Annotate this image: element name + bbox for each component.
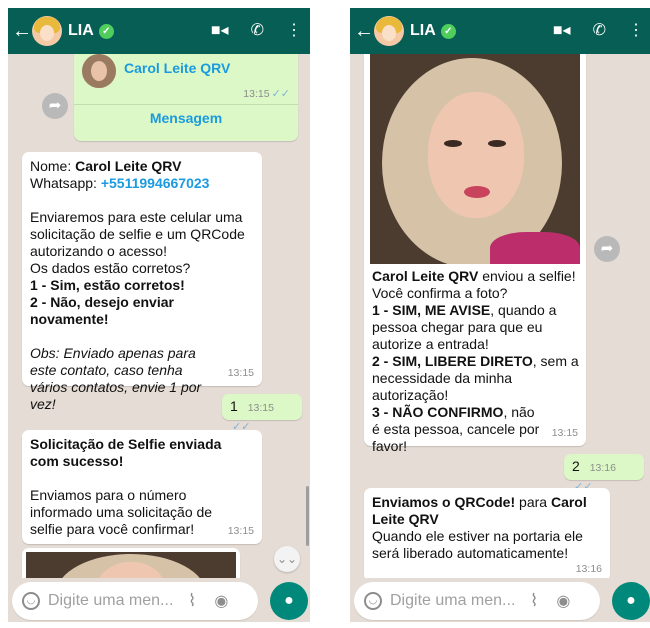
- qrcode-title: Enviamos o QRCode!: [372, 494, 516, 510]
- contact-title[interactable]: LIA ✓: [68, 22, 114, 40]
- reply-message[interactable]: 1 13:15 ✓✓: [222, 394, 302, 433]
- contact-avatar[interactable]: [32, 16, 62, 46]
- contact-card-message[interactable]: Carol Leite QRV 13:15 ✓✓ Mensagem: [74, 54, 298, 141]
- contact-card-photo: [82, 54, 116, 88]
- message-input[interactable]: [390, 592, 524, 610]
- message-input-bar: ◡ ⌇ ◉ ●: [350, 582, 650, 622]
- selfie-request-message[interactable]: Solicitação de Selfie enviada com sucess…: [22, 430, 262, 544]
- message-meta: 13:16: [575, 563, 602, 575]
- contact-avatar[interactable]: [374, 16, 404, 46]
- emoji-icon[interactable]: ◡: [22, 592, 40, 610]
- contact-info-message[interactable]: Nome: Carol Leite QRV Whatsapp: +5511994…: [22, 152, 262, 412]
- option-2: 2 - Não, desejo enviar novamente!: [30, 294, 174, 327]
- reply-text: 1: [230, 398, 238, 414]
- mic-button[interactable]: ●: [270, 582, 308, 620]
- chat-screen-left: ← LIA ✓ ■◂ ✆ ⋮ ➦ Carol Leite QRV 13:15 ✓…: [8, 8, 310, 622]
- phone-call-icon[interactable]: ✆: [251, 8, 264, 54]
- selfie-photo[interactable]: [26, 552, 236, 578]
- attach-icon[interactable]: ⌇: [530, 591, 538, 611]
- more-vertical-icon[interactable]: ⋮: [286, 8, 302, 54]
- name-line: Nome: Carol Leite QRV: [30, 158, 182, 174]
- option-2: 2 - SIM, LIBERE DIRETO, sem a necessidad…: [372, 353, 579, 403]
- chat-screen-right: ← LIA ✓ ■◂ ✆ ⋮ Carol Leite QRV enviou a …: [350, 8, 650, 622]
- info-paragraph: Enviaremos para este celular uma solicit…: [30, 209, 245, 259]
- video-call-icon[interactable]: ■◂: [211, 8, 229, 54]
- attach-icon[interactable]: ⌇: [188, 591, 196, 611]
- option-1: 1 - Sim, estão corretos!: [30, 277, 185, 293]
- message-input-container: ◡ ⌇ ◉: [12, 582, 258, 620]
- emoji-icon[interactable]: ◡: [364, 592, 382, 610]
- message-list[interactable]: ➦ Carol Leite QRV 13:15 ✓✓ Mensagem Nome…: [8, 54, 310, 578]
- qrcode-sent-message[interactable]: Enviamos o QRCode! para Carol Leite QRV …: [364, 488, 610, 578]
- phone-number-link[interactable]: +5511994667023: [101, 175, 210, 191]
- forward-icon[interactable]: ➦: [594, 236, 620, 262]
- more-vertical-icon[interactable]: ⋮: [628, 8, 644, 54]
- contact-card-name: Carol Leite QRV: [124, 60, 231, 76]
- camera-icon[interactable]: ◉: [214, 591, 228, 611]
- whatsapp-line: Whatsapp: +5511994667023: [30, 175, 210, 191]
- message-time: 13:15: [243, 88, 270, 100]
- arrow-left-icon[interactable]: ←: [12, 8, 32, 54]
- arrow-left-icon[interactable]: ←: [354, 8, 374, 54]
- selfie-image-message[interactable]: [22, 548, 240, 578]
- option-1: 1 - SIM, ME AVISE, quando a pessoa chega…: [372, 302, 557, 352]
- chat-header: ← LIA ✓ ■◂ ✆ ⋮: [8, 8, 310, 54]
- contact-title[interactable]: LIA ✓: [410, 22, 456, 40]
- mic-button[interactable]: ●: [612, 582, 650, 620]
- selfie-photo[interactable]: [370, 54, 580, 264]
- scrollbar-thumb[interactable]: [306, 486, 309, 546]
- confirm-question: Os dados estão corretos?: [30, 260, 191, 276]
- message-meta: 13:15: [227, 525, 254, 537]
- obs-note: Obs: Enviado apenas para este contato, c…: [30, 345, 202, 412]
- header-actions: ■◂ ✆ ⋮: [531, 8, 650, 54]
- option-3: 3 - NÃO CONFIRMO, não é esta pessoa, can…: [372, 404, 540, 454]
- message-meta: 13:15: [227, 367, 254, 379]
- message-meta: 13:15: [551, 427, 578, 439]
- header-actions: ■◂ ✆ ⋮: [189, 8, 310, 54]
- selfie-request-body: Enviamos para o número informado uma sol…: [30, 487, 213, 537]
- forward-icon[interactable]: ➦: [42, 93, 68, 119]
- video-call-icon[interactable]: ■◂: [553, 8, 571, 54]
- message-meta: 13:15 ✓✓: [243, 86, 290, 103]
- reply-text: 2: [572, 458, 580, 474]
- message-input-container: ◡ ⌇ ◉: [354, 582, 600, 620]
- scroll-down-icon[interactable]: ⌄⌄: [274, 546, 300, 572]
- message-time: 13:16: [589, 462, 616, 474]
- message-time: 13:15: [247, 402, 274, 414]
- microphone-icon: ●: [284, 592, 294, 609]
- phone-call-icon[interactable]: ✆: [593, 8, 606, 54]
- verified-check-icon: ✓: [98, 23, 114, 39]
- message-list[interactable]: Carol Leite QRV enviou a selfie! Você co…: [350, 54, 650, 578]
- sender-name: Carol Leite QRV: [372, 268, 479, 284]
- confirm-question: Você confirma a foto?: [372, 285, 508, 301]
- message-input[interactable]: [48, 592, 182, 610]
- microphone-icon: ●: [626, 592, 636, 609]
- reply-message[interactable]: 2 13:16 ✓✓: [564, 454, 644, 493]
- selfie-confirm-message[interactable]: Carol Leite QRV enviou a selfie! Você co…: [364, 54, 586, 454]
- card-divider: [74, 104, 298, 105]
- message-input-bar: ◡ ⌇ ◉ ●: [8, 582, 310, 622]
- contact-card-message-button[interactable]: Mensagem: [74, 110, 298, 127]
- verified-check-icon: ✓: [440, 23, 456, 39]
- camera-icon[interactable]: ◉: [556, 591, 570, 611]
- qrcode-body: Quando ele estiver na portaria ele será …: [372, 528, 583, 561]
- selfie-request-title: Solicitação de Selfie enviada com sucess…: [30, 436, 222, 469]
- contact-name: LIA: [410, 22, 436, 39]
- chat-header: ← LIA ✓ ■◂ ✆ ⋮: [350, 8, 650, 54]
- read-ticks-icon: ✓✓: [271, 88, 290, 100]
- selfie-confirm-text: Carol Leite QRV enviou a selfie! Você co…: [372, 268, 582, 455]
- contact-name: LIA: [68, 22, 94, 39]
